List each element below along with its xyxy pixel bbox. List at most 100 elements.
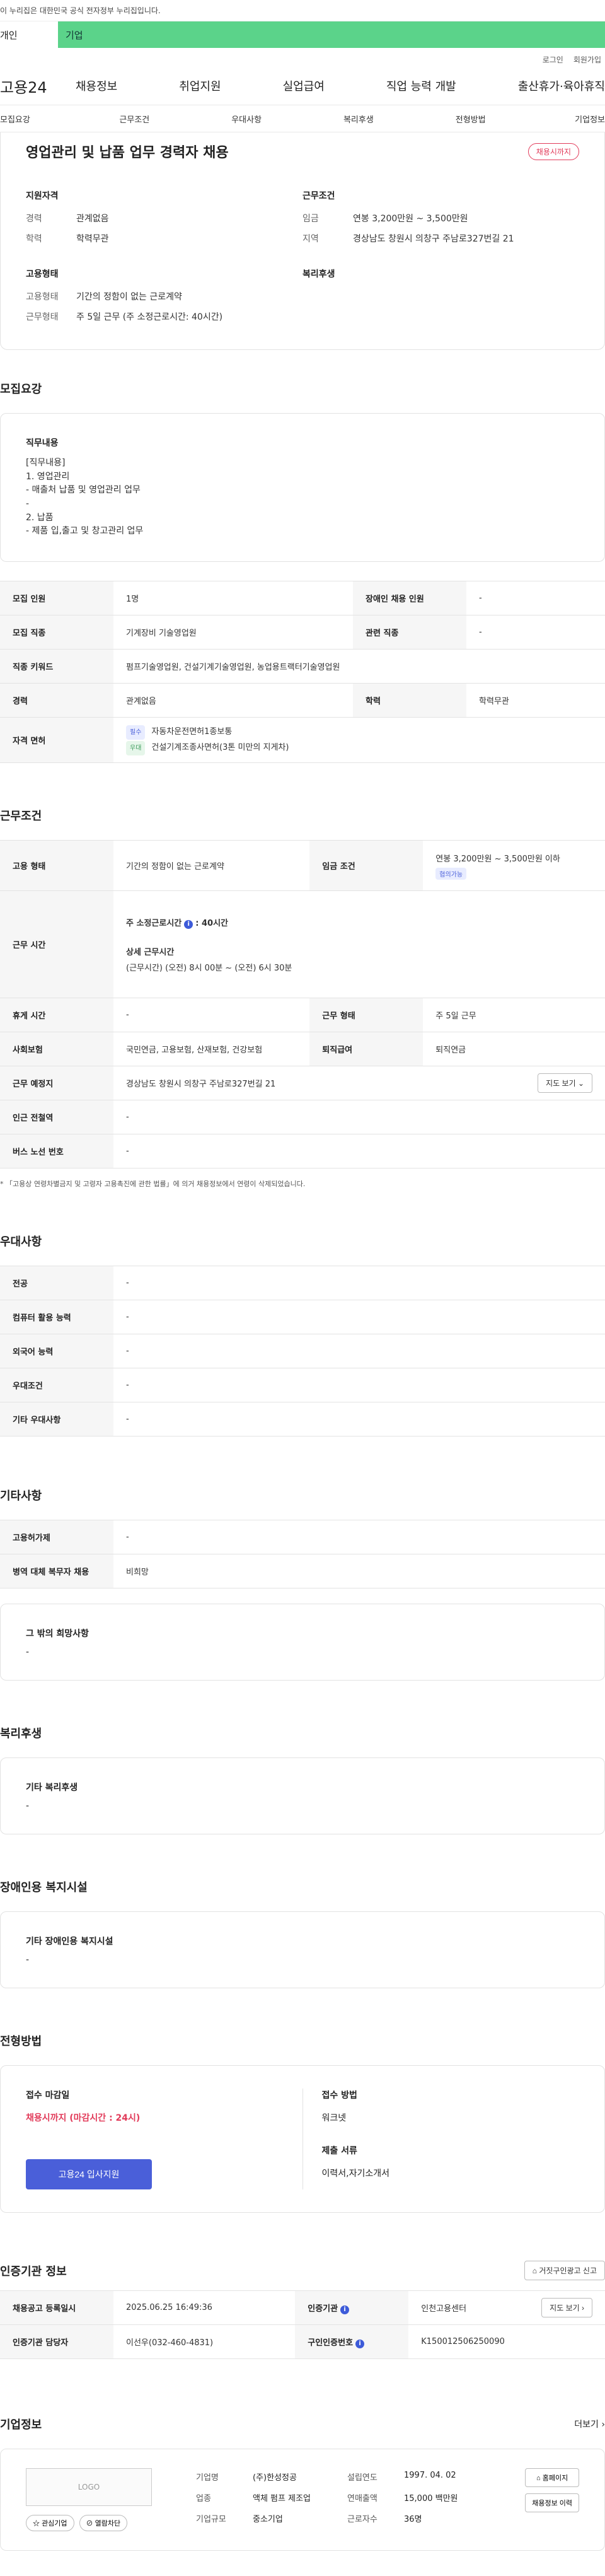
cell-value: 기계장비 기술영업원 (113, 615, 354, 650)
info-icon[interactable]: i (340, 2305, 350, 2314)
job-content-body: [직무내용] 1. 영업관리 - 매출처 납품 및 영업관리 업무 - 2. 납… (26, 458, 144, 537)
cell-value: 주 5일 근무 (423, 998, 605, 1033)
join-link[interactable]: 회원가입 (573, 54, 601, 67)
history-button[interactable]: 채용정보 이력 (525, 2493, 579, 2513)
cell-value: 펌프기술영업원, 건설기계기술영업원, 농업용트랙터기술영업원 (113, 649, 605, 684)
cell-value: 국민연금, 고용보험, 산재보험, 건강보험 (113, 1032, 310, 1067)
company-more-link[interactable]: 더보기 › (574, 2418, 605, 2430)
login-link[interactable]: 로그인 (543, 54, 563, 67)
info-icon[interactable]: i (184, 919, 193, 929)
info-key: 기업규모 (196, 2515, 226, 2525)
cell-value: - (113, 1266, 605, 1301)
cell-value: - (466, 581, 605, 616)
job-content-heading: 직무내용 (26, 438, 59, 448)
info-key: 업종 (196, 2494, 211, 2504)
table-row: 전공 - (0, 1266, 605, 1301)
cell-key: 사회보험 (0, 1032, 113, 1067)
kv-value: 경상남도 창원시 의창구 주남로327번길 21 (353, 234, 514, 244)
chevron-right-icon: › (601, 2420, 605, 2430)
cell-key: 경력 (0, 683, 113, 718)
table-row: 사회보험 국민연금, 고용보험, 산재보험, 건강보험 퇴직급여 퇴직연금 (0, 1032, 605, 1067)
table-row: 병역 대체 복무자 채용 비희망 (0, 1554, 605, 1589)
chevron-down-icon: ⌄ (577, 1079, 584, 1088)
cell-value: 학력무관 (466, 683, 605, 718)
cert-section-title: 인증기관 정보 (0, 2264, 67, 2278)
job-title: 영업관리 및 납품 업무 경력자 채용 (26, 145, 229, 161)
cell-key: 컴퓨터 활용 능력 (0, 1300, 113, 1335)
welfare-box-heading: 기타 복리후생 (26, 1783, 78, 1793)
cell-key: 퇴직급여 (309, 1032, 424, 1067)
apply-section-title: 전형방법 (0, 2035, 42, 2049)
table-row: 근무 시간 주 소정근로시간 i: 40시간 상세 근무시간 (근무시간) (오전… (0, 890, 605, 999)
cell-key: 모집 인원 (0, 581, 113, 616)
menu-jobs[interactable]: 채용정보 (76, 78, 117, 94)
hours-detail-label: 상세 근무시간 (126, 947, 175, 957)
wish-value: - (26, 1647, 30, 1658)
apply-box: 접수 마감일 채용시까지 (마감시간 : 24시) 고용24 입사지원 접수 방… (0, 2065, 605, 2213)
cell-key: 고용허가제 (0, 1520, 113, 1555)
welfare-box: 기타 복리후생 - (0, 1757, 605, 1835)
site-logo[interactable]: 고용24 (0, 75, 76, 97)
cell-value: 2025.06.25 16:49:36 (113, 2290, 296, 2326)
table-row: 채용공고 등록일시 2025.06.25 16:49:36 인증기관 i 인천고용… (0, 2290, 605, 2326)
cell-key: 병역 대체 복무자 채용 (0, 1554, 113, 1589)
info-icon[interactable]: i (355, 2339, 365, 2348)
qual-heading: 지원자격 (26, 191, 59, 201)
company-logo: LOGO (26, 2468, 152, 2507)
cell-key: 외국어 능력 (0, 1334, 113, 1369)
kv-value: 주 5일 근무 (주 소정근로시간: 40시간) (76, 312, 223, 322)
cell-key: 학력 (353, 683, 467, 718)
disabled-box-value: - (26, 1955, 30, 1966)
menu-employment-support[interactable]: 취업지원 (179, 78, 221, 94)
table-row: 근무 예정지 경상남도 창원시 의창구 주남로327번길 21 지도 보기 ⌄ (0, 1066, 605, 1101)
cell-key: 인증기관 담당자 (0, 2324, 113, 2360)
kv-key: 고용형태 (26, 292, 59, 302)
user-type-tabs: 개인 기업 (0, 21, 605, 48)
info-key: 근로자수 (347, 2515, 377, 2525)
utility-links: 로그인 회원가입 (0, 48, 605, 67)
subnav-recruit[interactable]: 모집요강 (0, 113, 78, 125)
home-icon: ⌂ (532, 2266, 537, 2276)
table-row: 모집 직종 기계장비 기술영업원 관련 직종 - (0, 615, 605, 650)
company-info-grid: 기업명 (주)한성정공 설립연도 1997. 04. 02 업종 액체 펌프 제조업 … (196, 2471, 498, 2524)
negotiable-tag: 협의가능 (435, 867, 467, 880)
cell-key: 우대조건 (0, 1368, 113, 1403)
cert-map-button[interactable]: 지도 보기 › (541, 2298, 592, 2318)
subnav-company[interactable]: 기업정보 (527, 113, 605, 125)
subnav-welfare[interactable]: 복리후생 (302, 113, 415, 125)
company-card: LOGO ☆ 관심기업 ⊘ 열람차단 기업명 (주)한성정공 설립연도 1997. … (0, 2449, 605, 2551)
cell-value: - (113, 998, 310, 1033)
kv-value: 관계없음 (76, 214, 109, 224)
cert-table: 채용공고 등록일시 2025.06.25 16:49:36 인증기관 i 인천고용… (0, 2290, 605, 2360)
report-button[interactable]: ⌂ 거짓구인광고 신고 (524, 2261, 605, 2281)
table-row: 모집 인원 1명 장애인 채용 인원 - (0, 581, 605, 616)
apply-button[interactable]: 고용24 입사지원 (26, 2159, 152, 2190)
table-row: 버스 노선 번호 - (0, 1134, 605, 1169)
menu-training[interactable]: 직업 능력 개발 (386, 78, 456, 94)
kv-value: 학력무관 (76, 234, 109, 244)
age-note: * 「고용상 연령차별금지 및 고령자 고용촉진에 관한 법률」에 의거 채용정… (0, 1180, 306, 1189)
wish-heading: 그 밖의 희망사항 (26, 1629, 89, 1640)
cell-key: 휴게 시간 (0, 998, 113, 1033)
cell-value: - (113, 1402, 605, 1437)
cell-key: 임금 조건 (309, 840, 424, 892)
cell-value: 퇴직연금 (423, 1032, 605, 1067)
map-button[interactable]: 지도 보기 ⌄ (538, 1073, 592, 1093)
subnav-work[interactable]: 근무조건 (78, 113, 190, 125)
block-company-button[interactable]: ⊘ 열람차단 (79, 2515, 128, 2532)
cell-key: 고용 형태 (0, 840, 113, 892)
tab-person[interactable]: 개인 (0, 21, 58, 48)
menu-unemployment[interactable]: 실업급여 (283, 78, 325, 94)
cell-key: 인증기관 i (295, 2290, 409, 2326)
favorite-company-button[interactable]: ☆ 관심기업 (26, 2515, 74, 2532)
cell-key: 근무 예정지 (0, 1066, 113, 1101)
tab-company[interactable]: 기업 (58, 21, 605, 48)
chevron-right-icon: › (582, 2304, 584, 2313)
info-value: 15,000 백만원 (404, 2494, 458, 2504)
job-summary-card: 영업관리 및 납품 업무 경력자 채용 채용시까지 지원자격 경력 관계없음 학력… (0, 132, 605, 350)
subnav-apply[interactable]: 전형방법 (415, 113, 527, 125)
subnav-pref[interactable]: 우대사항 (190, 113, 302, 125)
menu-leave[interactable]: 출산휴가·육아휴직 (518, 78, 605, 94)
homepage-button[interactable]: ⌂ 홈페이지 (525, 2468, 579, 2488)
kv-key: 근무형태 (26, 312, 59, 322)
